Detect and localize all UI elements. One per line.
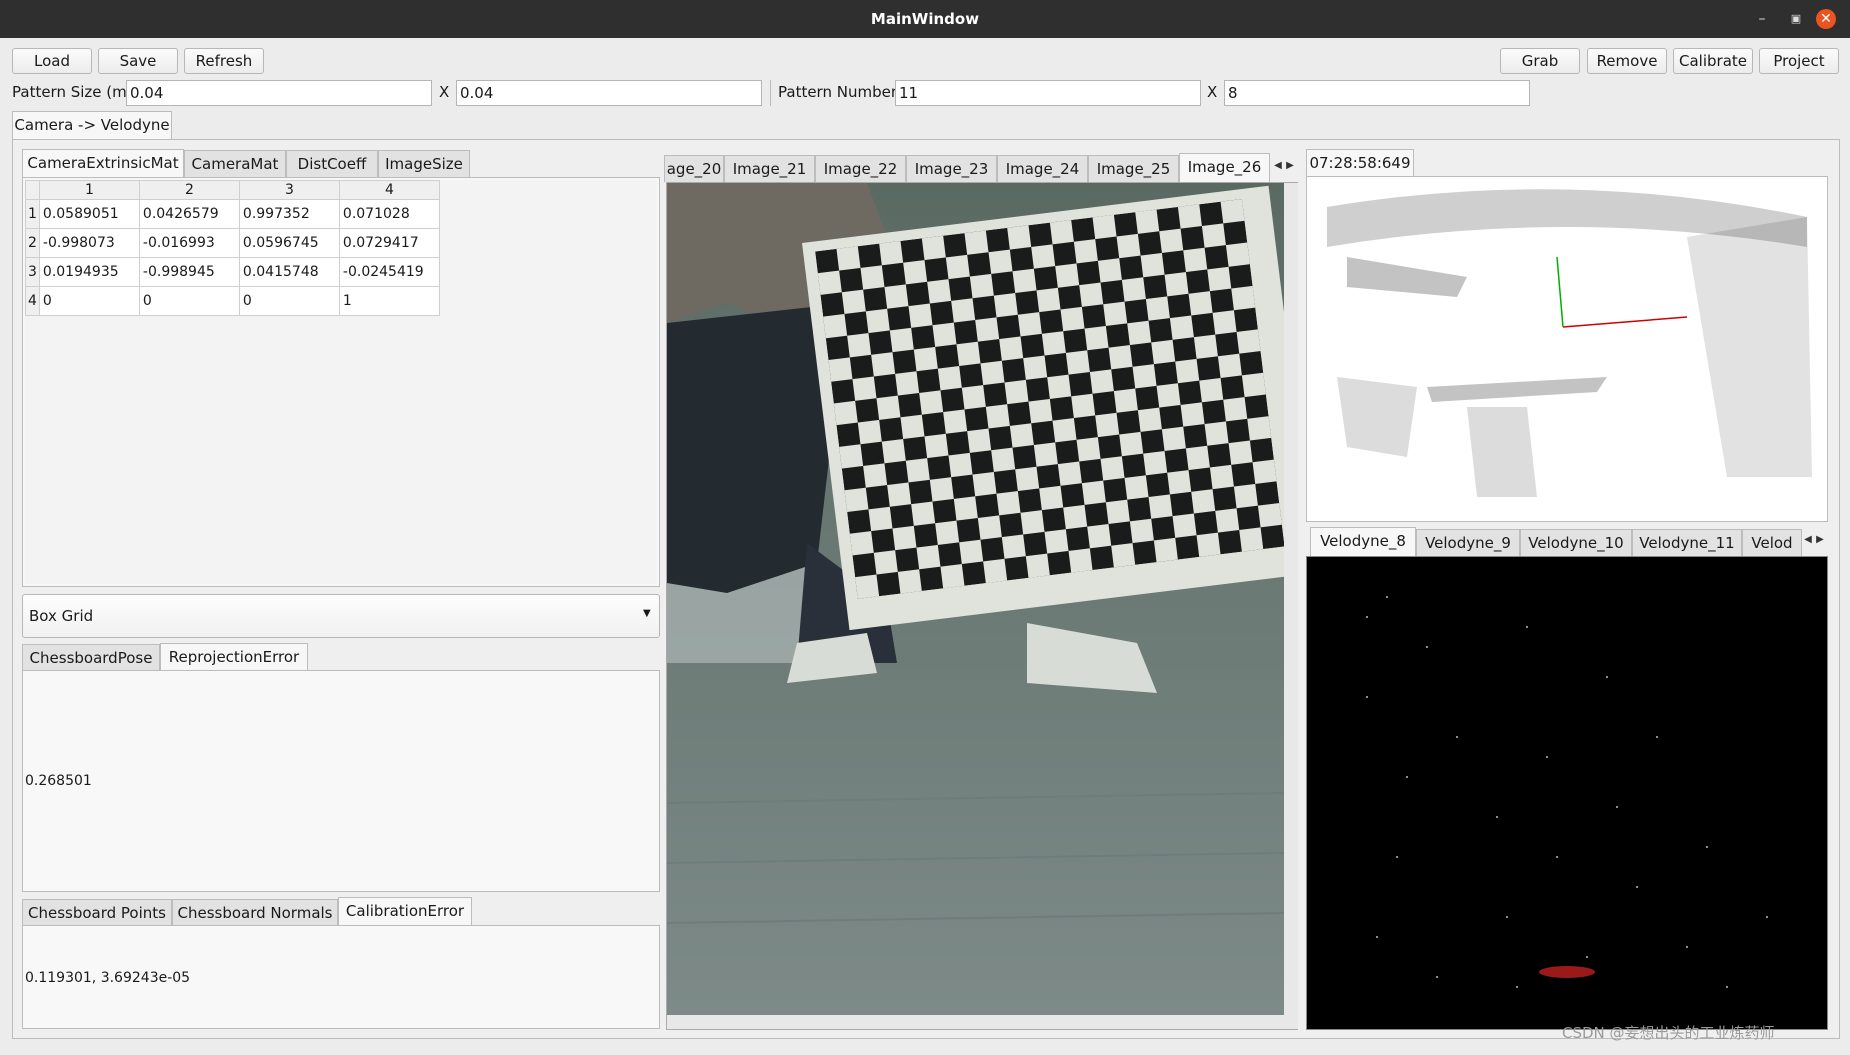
tab-scroll-left-icon[interactable]: ◀ (1272, 160, 1284, 171)
load-button[interactable]: Load (12, 48, 92, 74)
velodyne-projection-image (1366, 596, 1768, 988)
tab-image-24[interactable]: Image_24 (997, 155, 1088, 182)
row-header[interactable]: 2 (25, 228, 40, 258)
image-tab-bar: age_20 Image_21 Image_22 Image_23 Image_… (664, 152, 1298, 184)
matrix-cell[interactable]: -0.016993 (138, 228, 240, 258)
remove-button[interactable]: Remove (1587, 48, 1667, 74)
close-icon[interactable]: ✕ (1816, 9, 1836, 29)
tab-chessboard-points[interactable]: Chessboard Points (22, 899, 172, 926)
row-header[interactable]: 4 (25, 286, 40, 316)
matrix-cell[interactable]: 0.0596745 (238, 228, 340, 258)
tab-camera-mat[interactable]: CameraMat (184, 150, 286, 177)
pattern-size-separator: X (439, 83, 450, 101)
chevron-down-icon: ▼ (643, 608, 651, 619)
tab-velodyne-12[interactable]: Velod (1742, 529, 1802, 556)
minimize-icon[interactable]: – (1752, 9, 1772, 29)
reprojection-error-value: 0.268501 (25, 773, 92, 789)
save-button[interactable]: Save (98, 48, 178, 74)
watermark: CSDN @妄想出头的工业炼药师 (1562, 1024, 1775, 1042)
grab-button[interactable]: Grab (1500, 48, 1580, 74)
window-title: MainWindow (870, 10, 980, 28)
title-bar: MainWindow – ▣ ✕ (0, 0, 1850, 38)
matrix-cell[interactable]: 1 (338, 286, 440, 316)
matrix-cell[interactable]: 0.997352 (238, 199, 340, 229)
corner-cell (25, 180, 40, 200)
tab-image-25[interactable]: Image_25 (1088, 155, 1179, 182)
tab-reprojection-error[interactable]: ReprojectionError (160, 643, 308, 672)
grid-type-combo[interactable]: Box Grid ▼ (22, 594, 660, 638)
matrix-pane: 1 2 3 4 1 0.0589051 0.0426579 0.997352 0… (22, 177, 660, 587)
pattern-number-separator: X (1207, 83, 1218, 101)
tab-image-21[interactable]: Image_21 (724, 155, 815, 182)
pattern-size-label: Pattern Size (m) (12, 83, 133, 101)
pattern-number-x-input[interactable]: 11 (895, 80, 1201, 106)
matrix-cell[interactable]: -0.998945 (138, 257, 240, 287)
row-header[interactable]: 3 (25, 257, 40, 287)
tab-image-size[interactable]: ImageSize (378, 150, 470, 177)
tab-scroll-right-icon[interactable]: ▶ (1284, 160, 1296, 171)
tab-scroll-right-icon[interactable]: ▶ (1814, 534, 1826, 545)
table-row: 1 0.0589051 0.0426579 0.997352 0.071028 (25, 199, 440, 229)
column-header[interactable]: 1 (38, 180, 140, 200)
x-axis-line (1562, 316, 1688, 328)
table-row: 2 -0.998073 -0.016993 0.0596745 0.072941… (25, 228, 440, 258)
tab-velodyne-9[interactable]: Velodyne_9 (1416, 529, 1520, 556)
y-axis-line (1556, 256, 1564, 328)
column-header[interactable]: 4 (338, 180, 440, 200)
tab-timestamp[interactable]: 07:28:58:649 (1306, 149, 1414, 178)
tab-velodyne-8[interactable]: Velodyne_8 (1310, 527, 1416, 556)
point-cloud-view[interactable] (1306, 176, 1828, 522)
camera-image-view[interactable] (666, 182, 1298, 1030)
velodyne-tab-bar: Velodyne_8 Velodyne_9 Velodyne_10 Velody… (1306, 526, 1828, 558)
calibration-error-value: 0.119301, 3.69243e-05 (25, 970, 191, 986)
matrix-cell[interactable]: 0.0426579 (138, 199, 240, 229)
matrix-cell[interactable]: 0.071028 (338, 199, 440, 229)
pattern-number-label: Pattern Number (778, 83, 897, 101)
table-row: 3 0.0194935 -0.998945 0.0415748 -0.02454… (25, 257, 440, 287)
tab-camera-extrinsic-mat[interactable]: CameraExtrinsicMat (22, 149, 184, 178)
tab-velodyne-11[interactable]: Velodyne_11 (1632, 529, 1742, 556)
reprojection-pane: 0.268501 (22, 670, 660, 892)
column-header[interactable]: 3 (238, 180, 340, 200)
tab-image-20[interactable]: age_20 (664, 155, 724, 182)
calibration-error-pane: 0.119301, 3.69243e-05 (22, 925, 660, 1029)
matrix-cell[interactable]: 0.0729417 (338, 228, 440, 258)
refresh-button[interactable]: Refresh (184, 48, 264, 74)
calibrate-button[interactable]: Calibrate (1673, 48, 1753, 74)
matrix-cell[interactable]: 0.0415748 (238, 257, 340, 287)
matrix-cell[interactable]: 0.0589051 (38, 199, 140, 229)
horizontal-scrollbar[interactable] (667, 1015, 1298, 1029)
tab-scroll-left-icon[interactable]: ◀ (1802, 534, 1814, 545)
point-cloud-image (1327, 189, 1812, 497)
matrix-cell[interactable]: 0 (38, 286, 140, 316)
velodyne-projection-view[interactable] (1306, 556, 1828, 1030)
matrix-cell[interactable]: 0 (238, 286, 340, 316)
column-header[interactable]: 2 (138, 180, 240, 200)
tab-calibration-error[interactable]: CalibrationError (338, 897, 472, 926)
tab-chessboard-normals[interactable]: Chessboard Normals (172, 899, 338, 926)
combo-value: Box Grid (29, 607, 94, 625)
project-button[interactable]: Project (1759, 48, 1839, 74)
matrix-cell[interactable]: -0.0245419 (338, 257, 440, 287)
table-row: 4 0 0 0 1 (25, 286, 440, 316)
tab-image-26[interactable]: Image_26 (1179, 153, 1270, 182)
tab-camera-velodyne[interactable]: Camera -> Velodyne (12, 111, 172, 140)
matrix-cell[interactable]: 0.0194935 (38, 257, 140, 287)
pattern-number-y-input[interactable]: 8 (1224, 80, 1530, 106)
extrinsic-matrix-table: 1 2 3 4 1 0.0589051 0.0426579 0.997352 0… (25, 180, 440, 316)
vertical-scrollbar[interactable] (1284, 183, 1298, 1015)
pattern-size-x-input[interactable]: 0.04 (126, 80, 432, 106)
tab-chessboard-pose[interactable]: ChessboardPose (22, 644, 160, 671)
tab-velodyne-10[interactable]: Velodyne_10 (1520, 529, 1632, 556)
maximize-icon[interactable]: ▣ (1786, 9, 1806, 29)
pattern-size-y-input[interactable]: 0.04 (456, 80, 762, 106)
tab-image-23[interactable]: Image_23 (906, 155, 997, 182)
matrix-cell[interactable]: -0.998073 (38, 228, 140, 258)
tab-image-22[interactable]: Image_22 (815, 155, 906, 182)
matrix-cell[interactable]: 0 (138, 286, 240, 316)
separator (770, 80, 771, 106)
camera-image (667, 183, 1284, 1015)
row-header[interactable]: 1 (25, 199, 40, 229)
tab-dist-coeff[interactable]: DistCoeff (286, 150, 378, 177)
